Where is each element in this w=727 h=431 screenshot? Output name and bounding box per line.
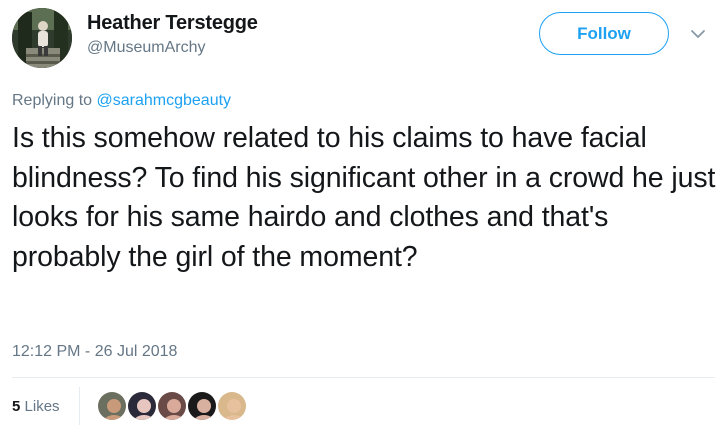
chevron-down-icon[interactable]: [690, 26, 706, 42]
stat-divider: [79, 387, 80, 425]
author-handle[interactable]: @MuseumArchy: [87, 39, 206, 57]
likes-stat[interactable]: 5 Likes: [12, 398, 60, 415]
woman-avatar-icon[interactable]: [156, 390, 188, 422]
likes-count: 5: [12, 398, 21, 415]
woman-avatar-icon[interactable]: [126, 390, 158, 422]
author-display-name[interactable]: Heather Terstegge: [87, 12, 258, 35]
tweet-text: Is this somehow related to his claims to…: [12, 122, 716, 273]
author-avatar[interactable]: [12, 8, 72, 68]
woman-avatar-icon[interactable]: [186, 390, 218, 422]
replying-to: Replying to @sarahmcgbeauty: [12, 92, 231, 110]
woman-avatar-icon[interactable]: [216, 390, 248, 422]
divider: [12, 377, 715, 378]
likes-label: Likes: [24, 398, 60, 415]
tweet-timestamp[interactable]: 12:12 PM - 26 Jul 2018: [12, 343, 177, 361]
follow-button[interactable]: Follow: [539, 12, 669, 55]
reply-mention-link[interactable]: @sarahmcgbeauty: [97, 92, 232, 109]
man-avatar-icon[interactable]: [96, 390, 128, 422]
person-photo-avatar-icon: [12, 8, 72, 68]
replying-to-label: Replying to: [12, 92, 93, 109]
